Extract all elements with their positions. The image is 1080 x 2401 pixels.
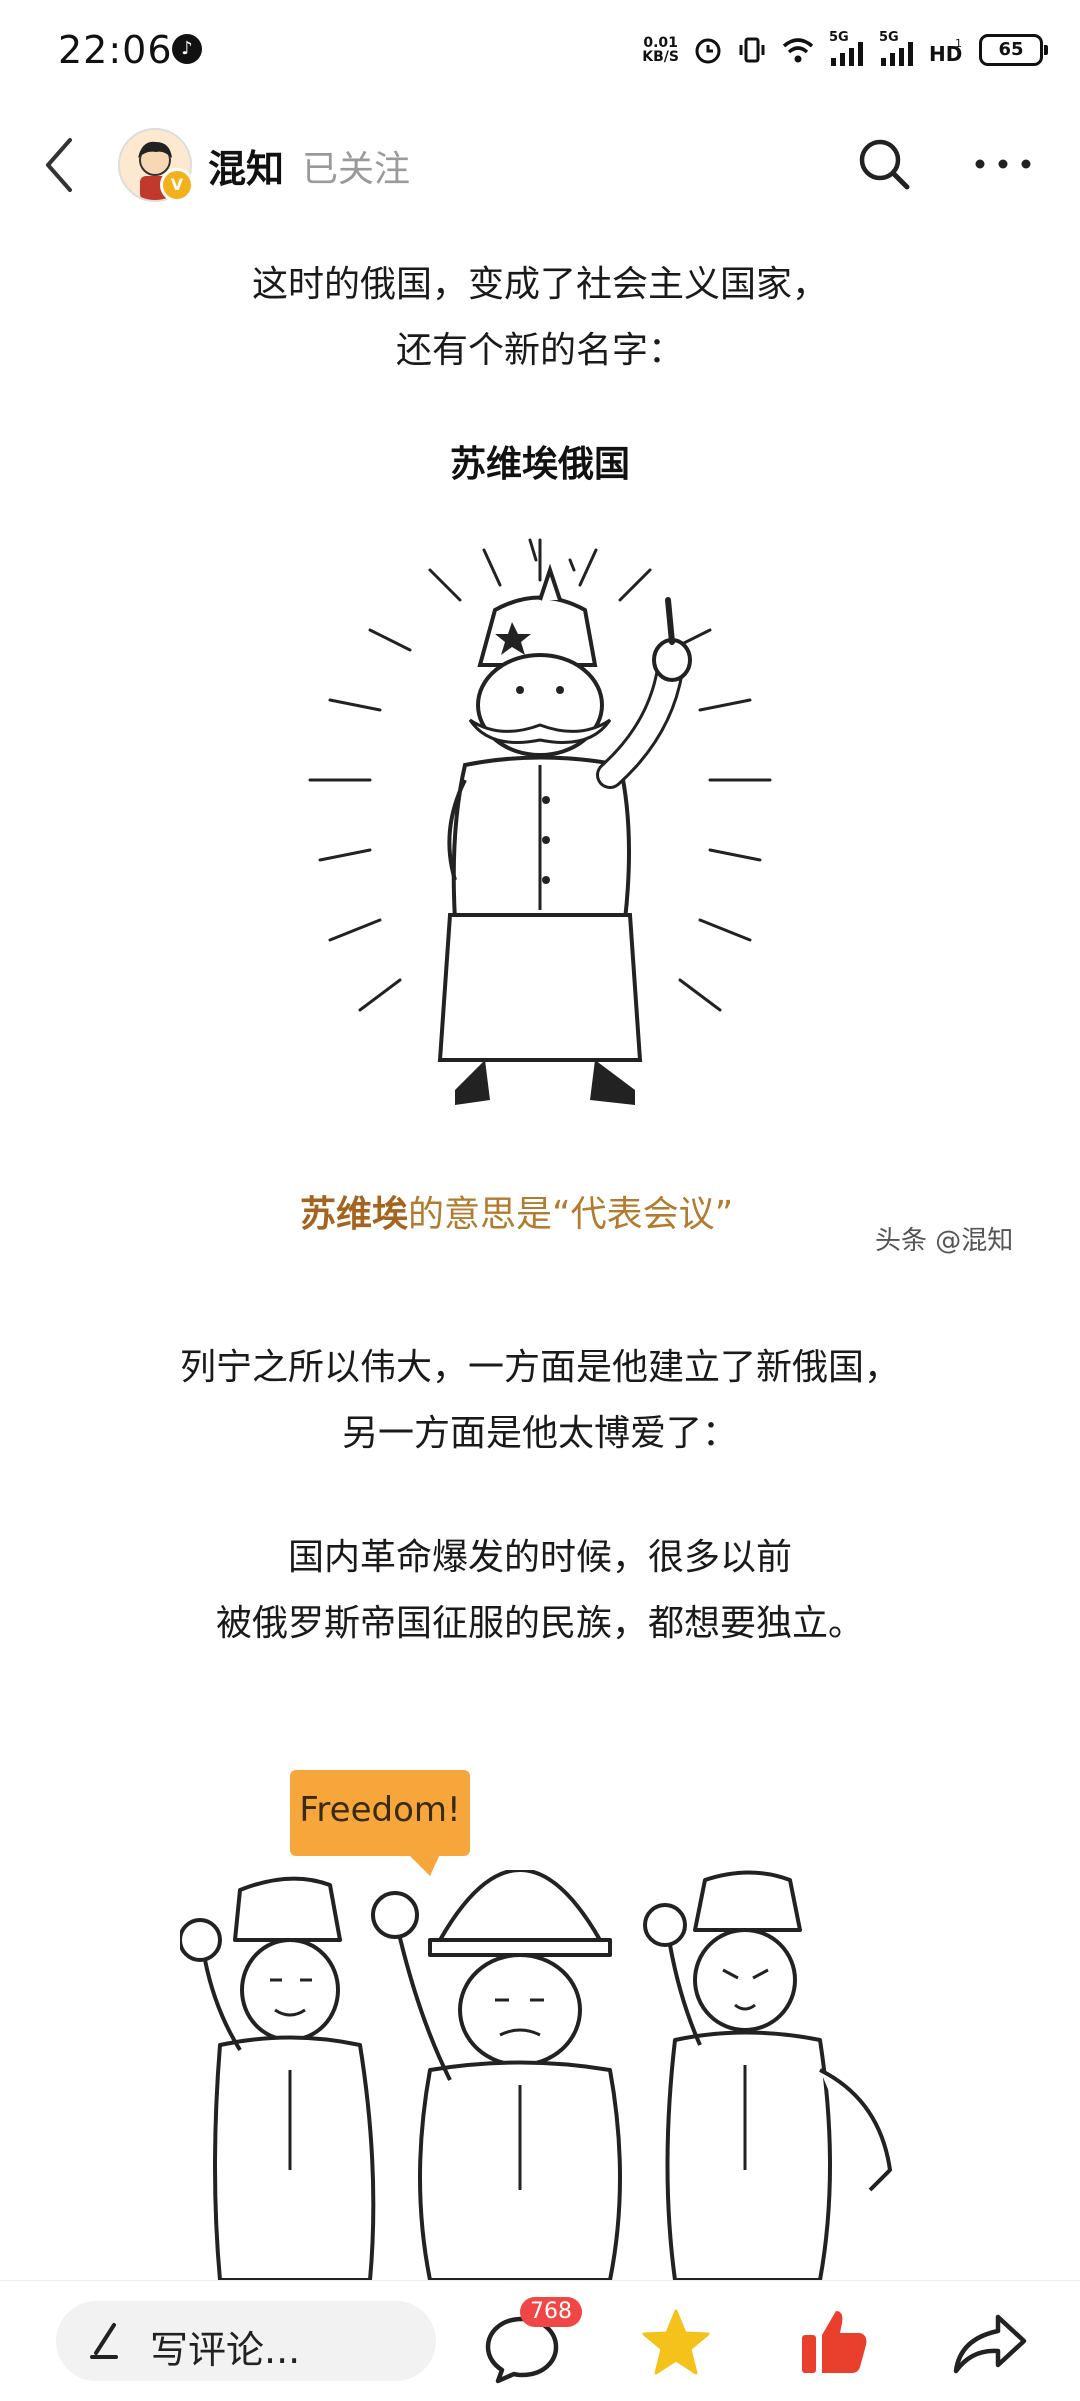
signal-icon: 5G — [829, 30, 865, 66]
article-body: 这时的俄国，变成了社会主义国家， 还有个新的名字： 苏维埃俄国 苏维埃的意思是“… — [0, 230, 1080, 2280]
net-speed: 0.01 KB/S — [642, 36, 679, 64]
author-name[interactable]: 混知 — [208, 138, 284, 193]
image-caption: 苏维埃的意思是“代表会议” — [300, 1185, 733, 1237]
hd-icon: HD 1 — [929, 37, 962, 65]
signal-icon: 5G — [879, 30, 915, 66]
back-icon[interactable] — [36, 132, 86, 198]
paragraph: 这时的俄国，变成了社会主义国家， 还有个新的名字： — [0, 252, 1080, 384]
comment-placeholder: 写评论... — [150, 2328, 301, 2372]
caption-text: 的意思是“代表会议” — [408, 1194, 734, 1235]
status-time: 22:06 — [58, 28, 173, 72]
paragraph-line: 还有个新的名字： — [395, 330, 684, 371]
comment-input[interactable]: 写评论... — [56, 2301, 436, 2381]
status-bar: 22:06 ♪ 0.01 KB/S 5G 5G HD 1 65 — [0, 0, 1080, 100]
battery-icon: 65 — [979, 34, 1048, 66]
speech-bubble-text: Freedom! — [299, 1790, 461, 1830]
paragraph-line: 这时的俄国，变成了社会主义国家， — [251, 264, 828, 305]
bell-icon: ♪ — [172, 34, 202, 64]
vibrate-icon — [739, 37, 765, 63]
verified-badge: V — [160, 168, 194, 202]
speech-bubble: Freedom! — [290, 1770, 470, 1876]
search-icon[interactable] — [852, 132, 916, 196]
bottom-action-bar: 写评论... 768 — [0, 2280, 1080, 2401]
watermark: 头条 @混知 — [875, 1226, 1014, 1256]
caption-highlight: 苏维埃 — [300, 1194, 409, 1235]
battery-level: 65 — [979, 34, 1043, 66]
freedom-characters-illustration[interactable] — [180, 1870, 920, 2280]
svg-text:1: 1 — [955, 37, 962, 50]
net-speed-value: 0.01 — [643, 35, 678, 51]
paragraph: 国内革命爆发的时候，很多以前 被俄罗斯帝国征服的民族，都想要独立。 — [0, 1525, 1080, 1657]
paragraph-line: 国内革命爆发的时候，很多以前 — [287, 1537, 792, 1578]
paragraph-line: 被俄罗斯帝国征服的民族，都想要独立。 — [215, 1603, 864, 1644]
more-icon[interactable] — [968, 132, 1038, 196]
paragraph-line: 列宁之所以伟大，一方面是他建立了新俄国， — [179, 1347, 900, 1388]
share-icon[interactable] — [950, 2311, 1030, 2377]
section-title: 苏维埃俄国 — [449, 444, 630, 485]
follow-button[interactable]: 已关注 — [302, 140, 410, 192]
paragraph: 列宁之所以伟大，一方面是他建立了新俄国， 另一方面是他太博爱了： — [0, 1335, 1080, 1467]
status-icons: 0.01 KB/S 5G 5G HD 1 65 — [642, 30, 1048, 70]
soviet-character-illustration[interactable] — [240, 500, 840, 1160]
comment-count-badge: 768 — [520, 2297, 582, 2327]
alarm-icon — [695, 38, 721, 64]
article-header: V 混知 已关注 — [0, 110, 1080, 220]
wifi-icon — [782, 38, 814, 63]
pen-icon — [90, 2323, 118, 2359]
paragraph-line: 另一方面是他太博爱了： — [341, 1413, 738, 1454]
star-icon[interactable] — [640, 2307, 712, 2379]
net-speed-unit: KB/S — [642, 49, 679, 65]
thumbs-up-icon[interactable] — [798, 2305, 870, 2377]
